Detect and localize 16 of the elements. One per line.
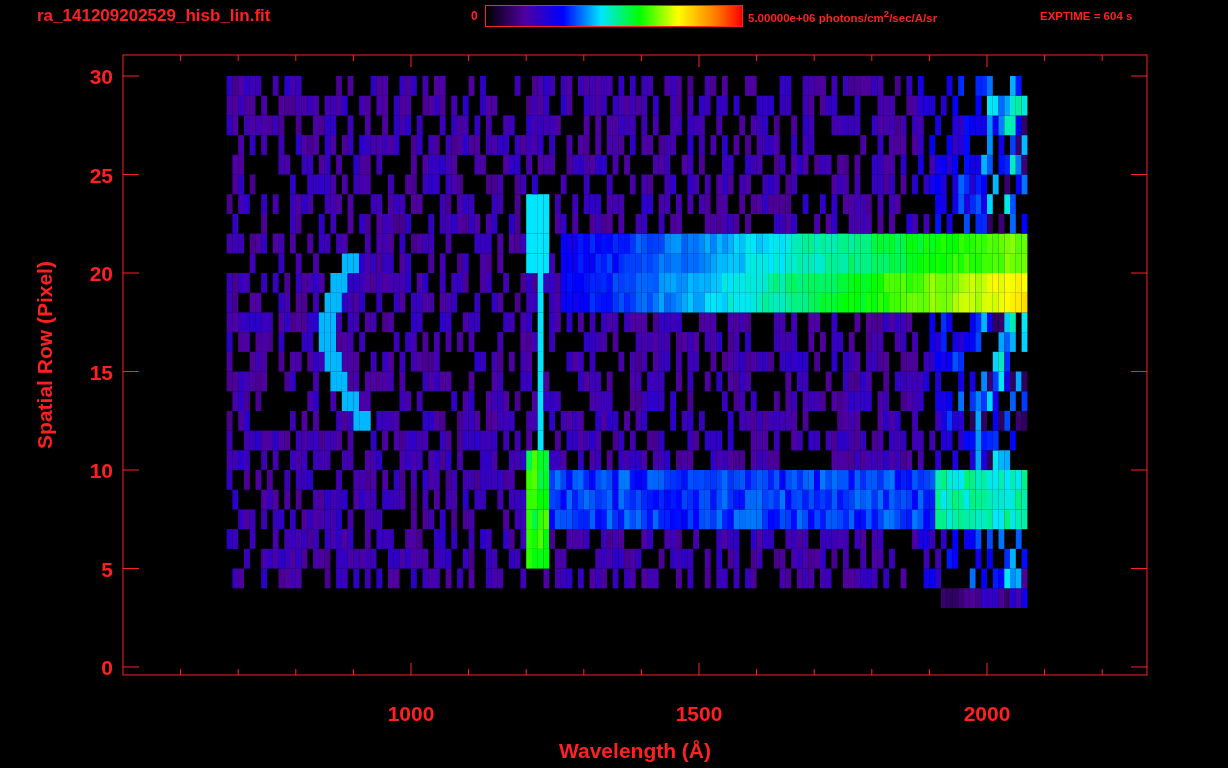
y-tick-label: 30 xyxy=(89,65,113,88)
x-tick-label: 1000 xyxy=(387,702,435,725)
x-tick-label: 2000 xyxy=(963,702,1011,725)
y-tick-label: 0 xyxy=(101,656,113,679)
y-axis-label: Spatial Row (Pixel) xyxy=(33,261,56,449)
colorbar-max-label: 5.00000e+06 photons/cm$^{2}$/sec/A/sr xyxy=(748,8,939,24)
x-tick-label: 1500 xyxy=(675,702,723,725)
colorbar-min-label: 0 xyxy=(471,9,479,23)
y-tick-label: 25 xyxy=(89,163,113,187)
y-tick-label: 5 xyxy=(101,557,113,581)
y-tick-label: 15 xyxy=(89,360,113,384)
y-tick-label: 20 xyxy=(89,262,113,285)
x-axis-label: Wavelength (Å) xyxy=(558,739,712,762)
exposure-time-label: EXPTIME = 604 s xyxy=(1040,10,1133,22)
y-tick-label: 10 xyxy=(89,459,113,482)
file-title: ra_141209202529_hisb_lin.fit xyxy=(37,6,272,26)
